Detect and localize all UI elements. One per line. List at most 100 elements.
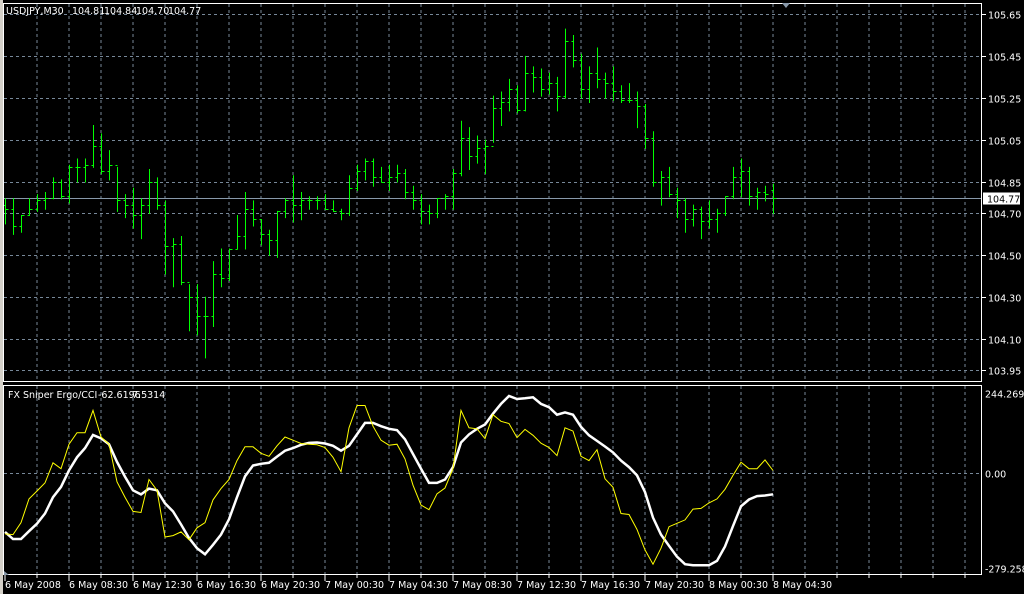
price-bar xyxy=(507,78,513,112)
price-bar xyxy=(571,34,577,68)
price-bar xyxy=(411,185,417,210)
price-label: 105.05 xyxy=(988,137,1021,148)
time-label: 6 May 08:30 xyxy=(69,580,128,591)
price-bar xyxy=(243,192,249,250)
price-bar xyxy=(595,47,601,89)
price-bar xyxy=(43,192,49,210)
price-bar xyxy=(403,168,409,200)
price-bar xyxy=(323,194,329,210)
indicator-name: FX Sniper Ergo/CCI xyxy=(8,390,97,401)
price-bar xyxy=(715,208,721,233)
price-bar xyxy=(203,296,209,359)
price-label: 104.70 xyxy=(988,210,1021,221)
price-bar xyxy=(355,164,361,191)
price-label: 103.95 xyxy=(988,367,1021,378)
price-bar xyxy=(731,166,737,200)
price-bar xyxy=(483,139,489,175)
price-bar xyxy=(723,196,729,217)
time-label: 6 May 20:30 xyxy=(261,580,320,591)
price-bar xyxy=(59,179,65,200)
price-bar xyxy=(539,68,545,97)
price-bar xyxy=(451,168,457,210)
price-bar xyxy=(699,206,705,240)
price-bar xyxy=(459,120,465,177)
price-label: 104.50 xyxy=(988,252,1021,263)
price-bar xyxy=(627,83,633,103)
price-bar xyxy=(499,91,505,126)
price-bar xyxy=(659,171,665,206)
low-value: 104.70 xyxy=(136,6,169,17)
price-bar xyxy=(427,204,433,225)
indicator-lines xyxy=(4,394,774,567)
price-bar xyxy=(299,192,305,221)
price-bar xyxy=(211,261,217,328)
price-bar xyxy=(171,238,177,288)
price-bar xyxy=(187,282,193,332)
time-label: 7 May 12:30 xyxy=(517,580,576,591)
price-bar xyxy=(587,66,593,103)
indicator-axis-label: -279.258 xyxy=(985,565,1024,576)
indicator-axis-label: 244.269 xyxy=(985,390,1024,401)
time-label: 8 May 00:30 xyxy=(709,580,768,591)
price-bar xyxy=(579,53,585,99)
price-label: 104.30 xyxy=(988,294,1021,305)
time-label: 6 May 2008 xyxy=(5,580,61,591)
price-bar xyxy=(555,76,561,112)
price-bar xyxy=(467,127,473,170)
price-bar xyxy=(155,177,161,210)
price-bar xyxy=(219,248,225,288)
price-bar xyxy=(515,85,521,114)
price-bar xyxy=(435,198,441,219)
price-bar xyxy=(379,166,385,183)
price-bar xyxy=(563,28,569,99)
symbol-label: USDJPY,M30 xyxy=(6,6,64,17)
price-bar xyxy=(475,135,481,164)
price-bar xyxy=(139,198,145,240)
price-bar xyxy=(747,166,753,206)
price-bar xyxy=(19,215,25,233)
price-bar xyxy=(99,133,105,175)
current-price-tag: 104.77 xyxy=(983,192,1020,206)
price-bar xyxy=(259,219,265,246)
price-bar xyxy=(131,187,137,229)
price-label: 105.65 xyxy=(988,11,1021,22)
price-bar xyxy=(267,229,273,256)
price-bar xyxy=(491,95,497,147)
price-bar xyxy=(35,194,41,212)
price-bar xyxy=(635,91,641,129)
price-bar xyxy=(347,175,353,217)
scroll-marker-icon xyxy=(4,571,9,575)
price-bar xyxy=(51,177,57,200)
price-bar xyxy=(683,198,689,233)
time-label: 7 May 04:30 xyxy=(389,580,448,591)
price-bar xyxy=(523,55,529,112)
price-bar xyxy=(275,210,281,258)
price-bar xyxy=(3,198,9,225)
price-bar xyxy=(395,164,401,183)
time-axis[interactable]: 6 May 2008 6 May 08:30 6 May 12:30 6 May 16… xyxy=(4,575,966,591)
main-chart-frame[interactable] xyxy=(3,3,982,382)
price-bar xyxy=(443,194,449,210)
high-value: 104.84 xyxy=(104,6,137,17)
open-value: 104.81 xyxy=(72,6,105,17)
indicator-axis[interactable]: 244.269 0.00 -279.258 xyxy=(985,390,1024,576)
chart-window[interactable]: USDJPY,M30 104.81 104.84 104.70 104.77 F… xyxy=(0,0,1024,594)
time-label: 7 May 00:30 xyxy=(325,580,384,591)
price-label: 105.25 xyxy=(988,95,1021,106)
time-label: 7 May 16:30 xyxy=(581,580,640,591)
price-bar xyxy=(67,164,73,204)
price-bar xyxy=(115,165,121,212)
price-label: 104.85 xyxy=(988,179,1021,190)
price-bar xyxy=(739,158,745,198)
price-bar xyxy=(331,200,337,212)
close-value: 104.77 xyxy=(168,6,201,17)
price-bar xyxy=(611,66,617,101)
price-bar xyxy=(339,208,345,221)
price-bar xyxy=(619,85,625,103)
time-label: 6 May 12:30 xyxy=(133,580,192,591)
chart-shift-marker-icon[interactable] xyxy=(782,3,790,8)
time-label: 8 May 04:30 xyxy=(773,580,832,591)
price-bar xyxy=(691,204,697,227)
indicator-axis-label: 0.00 xyxy=(985,470,1006,481)
price-bar xyxy=(387,164,393,191)
